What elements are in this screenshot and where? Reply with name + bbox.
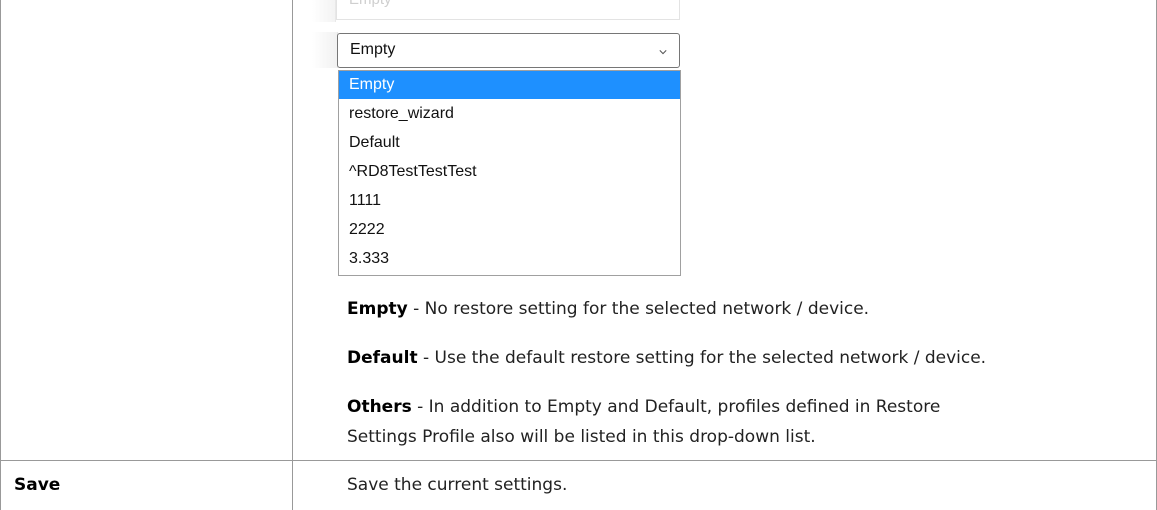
save-row-label: Save (14, 475, 61, 495)
document-page: Empty Empty Empty restore_wizard Default… (0, 0, 1157, 510)
table-row-divider (0, 460, 1157, 461)
dropdown-option-empty[interactable]: Empty (339, 71, 680, 99)
restore-setting-dropdown-list: Empty restore_wizard Default ^RD8TestTes… (338, 70, 681, 276)
dropdown-option-rd8testtesttest[interactable]: ^RD8TestTestTest (339, 158, 680, 186)
select-label-stub (312, 32, 338, 68)
dropdown-option-default[interactable]: Default (339, 129, 680, 157)
description-term: Empty (347, 299, 408, 319)
description-text: - In addition to Empty and Default, prof… (411, 397, 941, 417)
dropdown-option-1111[interactable]: 1111 (339, 187, 680, 215)
previous-select-stub (312, 0, 336, 22)
dropdown-option-3-333[interactable]: 3.333 (339, 245, 680, 273)
description-empty: Empty - No restore setting for the selec… (347, 294, 869, 324)
dropdown-option-restore-wizard[interactable]: restore_wizard (339, 100, 680, 128)
description-text: - Use the default restore setting for th… (417, 348, 987, 368)
restore-setting-select[interactable]: Empty (337, 33, 680, 68)
description-term: Others (347, 397, 412, 417)
save-row-description: Save the current settings. (347, 475, 568, 495)
previous-select[interactable]: Empty (336, 0, 680, 20)
table-border-left (0, 0, 1, 510)
restore-setting-select-value: Empty (350, 41, 396, 58)
description-text: - No restore setting for the selected ne… (407, 299, 870, 319)
description-default: Default - Use the default restore settin… (347, 343, 986, 373)
table-column-divider (292, 0, 293, 510)
chevron-down-icon (659, 50, 667, 55)
description-others: Others - In addition to Empty and Defaul… (347, 392, 940, 452)
dropdown-option-2222[interactable]: 2222 (339, 216, 680, 244)
description-term: Default (347, 348, 418, 368)
previous-select-value: Empty (349, 0, 392, 8)
description-text-line2: Settings Profile also will be listed in … (347, 427, 816, 447)
